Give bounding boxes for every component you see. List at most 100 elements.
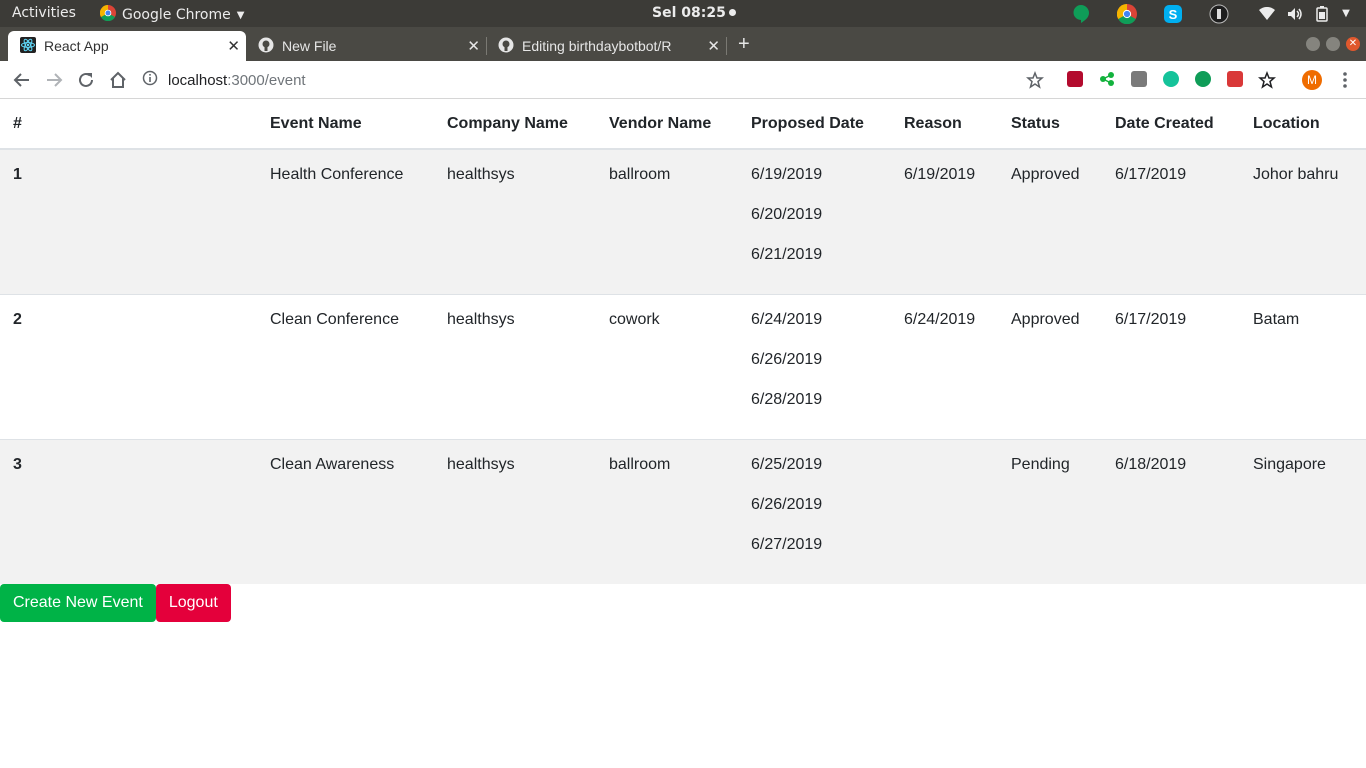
table-row: 2 Clean Conference healthsys cowork 6/24… xyxy=(0,293,1366,439)
cell-event-name: Clean Awareness xyxy=(257,438,434,584)
url-host: localhost xyxy=(168,71,228,89)
cell-event-name: Health Conference xyxy=(257,148,434,294)
address-bar[interactable]: localhost:3000/event xyxy=(142,65,1057,95)
bookmark-star-icon[interactable] xyxy=(1024,69,1046,91)
proposed-date: 6/26/2019 xyxy=(751,350,823,368)
url-path: :3000/event xyxy=(227,71,306,89)
cell-company: healthsys xyxy=(434,438,596,584)
proposed-date: 6/27/2019 xyxy=(751,535,823,553)
github-icon xyxy=(258,37,274,56)
proposed-date: 6/28/2019 xyxy=(751,390,823,408)
cell-proposed-dates: 6/25/2019 6/26/2019 6/27/2019 xyxy=(738,438,891,584)
logout-button[interactable]: Logout xyxy=(155,584,231,622)
extension-hangouts-icon[interactable] xyxy=(1195,71,1211,87)
cell-index: 2 xyxy=(0,293,257,439)
tab-editing-birthdaybotbot[interactable]: Editing birthdaybotbot/R ✕ xyxy=(486,31,726,61)
tab-separator xyxy=(726,37,727,55)
notification-dot-icon xyxy=(728,9,736,16)
header-event-name: Event Name xyxy=(257,99,434,150)
cell-company: healthsys xyxy=(434,293,596,439)
chrome-icon xyxy=(99,4,116,25)
table-header-row: # Event Name Company Name Vendor Name Pr… xyxy=(0,99,1366,150)
create-new-event-button[interactable]: Create New Event xyxy=(0,584,156,622)
volume-icon[interactable] xyxy=(1285,3,1305,24)
cell-reason xyxy=(891,438,998,584)
battery-icon[interactable] xyxy=(1314,3,1330,24)
cell-status: Pending xyxy=(998,438,1102,584)
proposed-date: 6/26/2019 xyxy=(751,495,823,513)
cell-index: 3 xyxy=(0,438,257,584)
site-info-icon[interactable] xyxy=(142,70,158,90)
system-top-bar: Activities Google Chrome ▼ Sel 08:25 S ▼ xyxy=(0,0,1366,27)
react-icon xyxy=(20,36,36,56)
tab-new-file[interactable]: New File ✕ xyxy=(246,31,486,61)
events-table: # Event Name Company Name Vendor Name Pr… xyxy=(0,99,1366,584)
header-proposed-date: Proposed Date xyxy=(738,99,891,150)
header-date-created: Date Created xyxy=(1102,99,1240,150)
close-icon[interactable]: ✕ xyxy=(467,37,480,55)
tab-strip: React App ✕ New File ✕ Editing birthdayb… xyxy=(0,27,1366,61)
page-content: # Event Name Company Name Vendor Name Pr… xyxy=(0,99,1366,622)
forward-icon[interactable] xyxy=(43,69,65,91)
svg-text:S: S xyxy=(1169,7,1178,22)
cell-location: Johor bahru xyxy=(1240,148,1366,294)
cell-reason: 6/19/2019 xyxy=(891,148,998,294)
header-reason: Reason xyxy=(891,99,998,150)
cell-status: Approved xyxy=(998,148,1102,294)
bookmarks-star-icon[interactable] xyxy=(1256,69,1278,91)
app-menu[interactable]: Google Chrome ▼ xyxy=(99,4,245,25)
proposed-date: 6/25/2019 xyxy=(751,455,823,473)
activities-button[interactable]: Activities xyxy=(12,5,76,21)
close-icon[interactable]: ✕ xyxy=(227,37,240,55)
extension-puzzle-icon[interactable] xyxy=(1227,71,1243,87)
header-vendor-name: Vendor Name xyxy=(596,99,738,150)
tab-react-app[interactable]: React App ✕ xyxy=(8,31,246,61)
chevron-down-icon: ▼ xyxy=(236,9,245,21)
tab-title: New File xyxy=(282,38,337,54)
cell-date-created: 6/17/2019 xyxy=(1102,293,1240,439)
dropbox-tray-icon[interactable] xyxy=(1208,3,1230,24)
profile-avatar[interactable]: M xyxy=(1302,70,1322,90)
cell-reason: 6/24/2019 xyxy=(891,293,998,439)
cell-index: 1 xyxy=(0,148,257,294)
cell-proposed-dates: 6/19/2019 6/20/2019 6/21/2019 xyxy=(738,148,891,294)
extension-grammarly-icon[interactable] xyxy=(1163,71,1179,87)
system-menu-chevron-icon[interactable]: ▼ xyxy=(1340,3,1352,24)
new-tab-icon[interactable]: + xyxy=(738,33,750,56)
app-menu-label: Google Chrome xyxy=(122,7,231,23)
reload-icon[interactable] xyxy=(75,69,97,91)
header-company-name: Company Name xyxy=(434,99,596,150)
home-icon[interactable] xyxy=(107,69,129,91)
cell-location: Batam xyxy=(1240,293,1366,439)
table-row: 3 Clean Awareness healthsys ballroom 6/2… xyxy=(0,438,1366,584)
cell-vendor: ballroom xyxy=(596,438,738,584)
close-window-icon[interactable]: ✕ xyxy=(1346,37,1360,51)
cell-company: healthsys xyxy=(434,148,596,294)
wifi-icon[interactable] xyxy=(1257,3,1277,24)
minimize-window-icon[interactable] xyxy=(1306,37,1320,51)
tab-title: Editing birthdaybotbot/R xyxy=(522,38,672,54)
chrome-tray-icon[interactable] xyxy=(1116,3,1138,24)
more-menu-icon[interactable] xyxy=(1334,69,1356,91)
cell-vendor: cowork xyxy=(596,293,738,439)
header-location: Location xyxy=(1240,99,1366,150)
action-bar: Create New Event Logout xyxy=(0,584,1366,622)
proposed-date: 6/24/2019 xyxy=(751,310,823,328)
extension-mendeley-icon[interactable] xyxy=(1067,71,1083,87)
proposed-date: 6/20/2019 xyxy=(751,206,823,223)
hangouts-tray-icon[interactable] xyxy=(1071,3,1091,24)
cell-date-created: 6/18/2019 xyxy=(1102,438,1240,584)
proposed-date: 6/19/2019 xyxy=(751,166,823,183)
extension-chat-icon[interactable] xyxy=(1131,71,1147,87)
close-icon[interactable]: ✕ xyxy=(707,37,720,55)
extension-share-icon[interactable] xyxy=(1099,71,1115,87)
cell-vendor: ballroom xyxy=(596,148,738,294)
cell-event-name: Clean Conference xyxy=(257,293,434,439)
back-icon[interactable] xyxy=(11,69,33,91)
maximize-window-icon[interactable] xyxy=(1326,37,1340,51)
skype-tray-icon[interactable]: S xyxy=(1162,3,1184,24)
clock-label: Sel 08:25 xyxy=(652,5,726,21)
header-index: # xyxy=(0,99,257,150)
cell-proposed-dates: 6/24/2019 6/26/2019 6/28/2019 xyxy=(738,293,891,439)
clock[interactable]: Sel 08:25 xyxy=(652,5,736,21)
